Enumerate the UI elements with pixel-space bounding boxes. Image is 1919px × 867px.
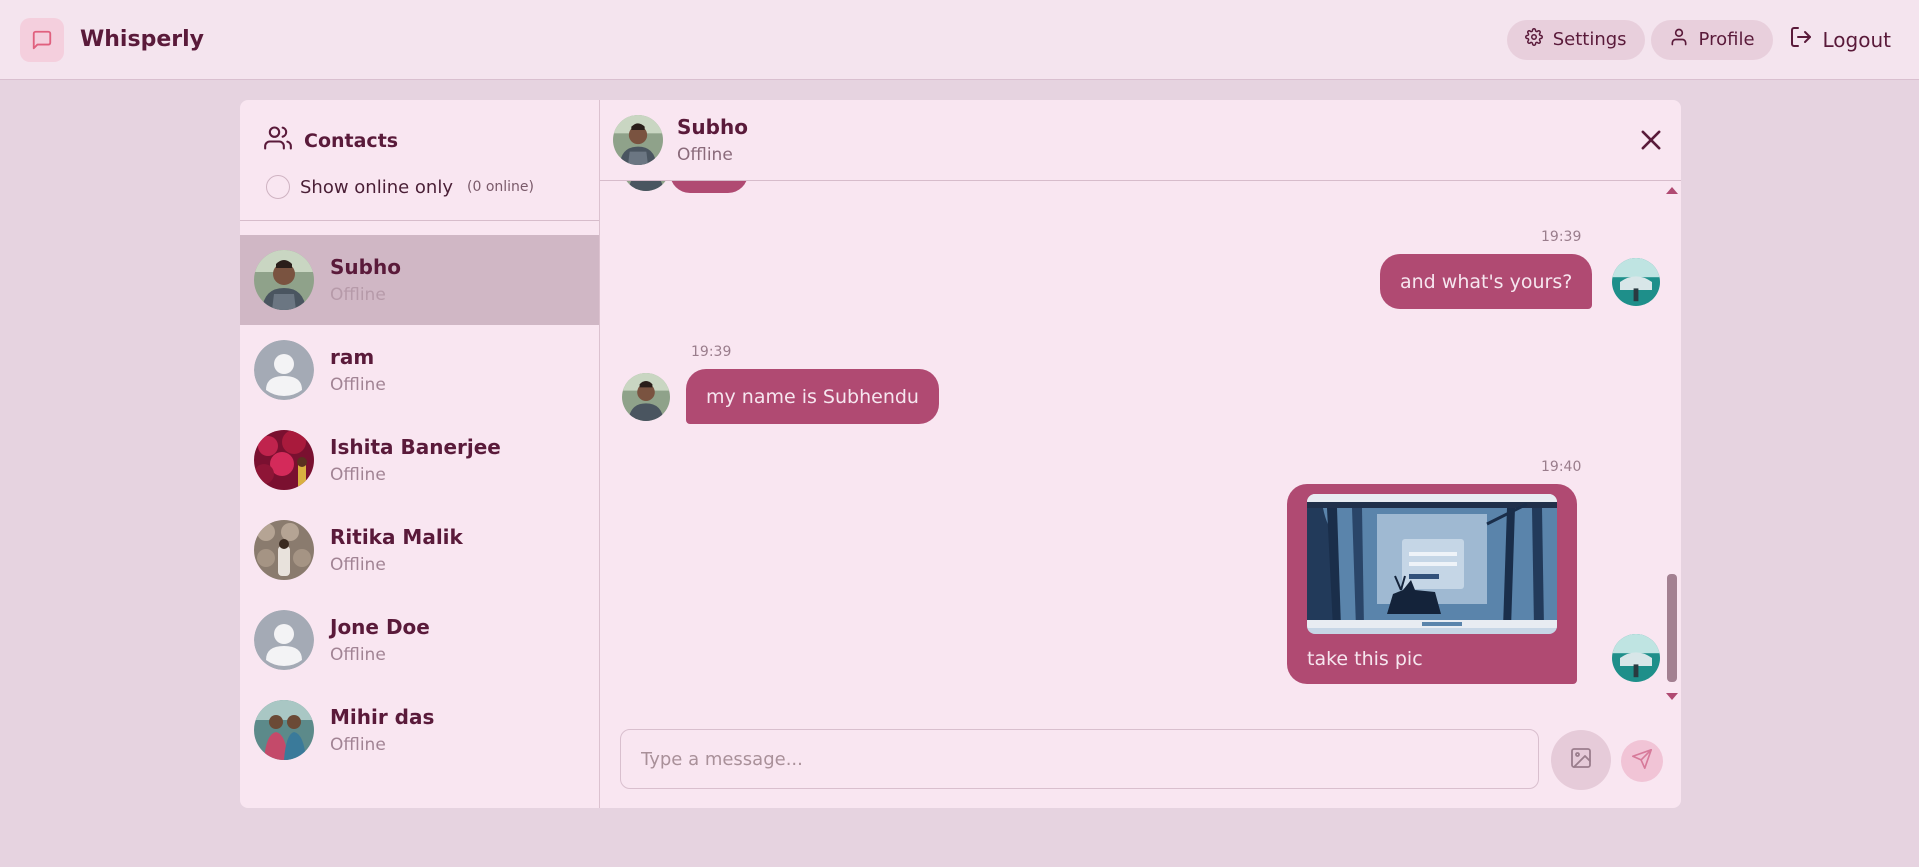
contact-name: ram bbox=[330, 345, 375, 369]
image-icon bbox=[1569, 746, 1593, 774]
avatar bbox=[622, 373, 670, 421]
logout-label: Logout bbox=[1822, 27, 1891, 52]
avatar bbox=[254, 250, 314, 310]
contact-name: Subho bbox=[330, 255, 401, 279]
message-timestamp: 19:40 bbox=[1541, 459, 1582, 475]
chat-bubble-icon bbox=[20, 17, 64, 62]
user-icon bbox=[1669, 27, 1689, 52]
contact-name: Mihir das bbox=[330, 705, 435, 729]
settings-label: Settings bbox=[1552, 29, 1627, 50]
message-list[interactable]: 19:39 and what's yours? 19:39 my name is… bbox=[600, 181, 1681, 711]
profile-label: Profile bbox=[1698, 29, 1755, 50]
avatar bbox=[254, 430, 314, 490]
message-text: my name is Subhendu bbox=[706, 385, 919, 408]
contact-name: Ritika Malik bbox=[330, 525, 463, 549]
contacts-title: Contacts bbox=[304, 129, 399, 152]
contact-name: Jone Doe bbox=[330, 615, 430, 639]
contact-status: Offline bbox=[330, 465, 386, 485]
contact-status: Offline bbox=[330, 735, 386, 755]
contact-item[interactable]: Mihir das Offline bbox=[240, 685, 599, 775]
contact-status: Offline bbox=[330, 555, 386, 575]
contacts-header: Contacts Show online only (0 online) bbox=[240, 100, 599, 221]
contact-status: Offline bbox=[330, 645, 386, 665]
message-scrollbar[interactable] bbox=[1663, 181, 1681, 711]
send-button[interactable] bbox=[1621, 740, 1663, 782]
online-filter[interactable]: Show online only (0 online) bbox=[266, 175, 575, 199]
chat-panel: Subho Offline 19:39 and what's yours? 19… bbox=[600, 100, 1681, 808]
message-timestamp: 19:39 bbox=[1541, 229, 1582, 245]
contact-item[interactable]: Ishita Banerjee Offline bbox=[240, 415, 599, 505]
message-bubble: take this pic bbox=[1287, 484, 1577, 684]
message-bubble: my name is Subhendu bbox=[686, 369, 939, 424]
message-timestamp: 19:39 bbox=[691, 344, 732, 360]
message-bubble: and what's yours? bbox=[1380, 254, 1593, 309]
chat-contact-status: Offline bbox=[677, 145, 733, 165]
contact-item[interactable]: Jone Doe Offline bbox=[240, 595, 599, 685]
default-avatar-icon bbox=[254, 610, 314, 670]
image-upload-button[interactable] bbox=[1551, 730, 1611, 790]
avatar bbox=[254, 520, 314, 580]
message-text: take this pic bbox=[1307, 648, 1423, 670]
avatar bbox=[1612, 258, 1660, 306]
contact-item[interactable]: Subho Offline bbox=[240, 235, 599, 325]
chat-contact-name: Subho bbox=[677, 115, 748, 139]
avatar bbox=[1612, 634, 1660, 682]
online-count: (0 online) bbox=[467, 179, 534, 195]
contact-status: Offline bbox=[330, 375, 386, 395]
send-icon bbox=[1631, 748, 1653, 774]
avatar bbox=[622, 181, 670, 191]
message-image[interactable] bbox=[1307, 494, 1557, 634]
avatar bbox=[613, 115, 663, 165]
contact-item[interactable]: ram Offline bbox=[240, 325, 599, 415]
message-text: and what's yours? bbox=[1400, 270, 1573, 293]
contact-status: Offline bbox=[330, 285, 386, 305]
default-avatar-icon bbox=[254, 340, 314, 400]
contact-item[interactable]: Ritika Malik Offline bbox=[240, 505, 599, 595]
contact-list: Subho Offline ram Offline Ishita Banerje… bbox=[240, 235, 599, 775]
message-composer bbox=[600, 711, 1681, 808]
logout-button[interactable]: Logout bbox=[1779, 20, 1899, 60]
avatar bbox=[254, 700, 314, 760]
brand[interactable]: Whisperly bbox=[20, 17, 204, 62]
logout-icon bbox=[1789, 25, 1813, 54]
app-name: Whisperly bbox=[80, 27, 204, 52]
message-bubble-partial bbox=[670, 181, 748, 193]
close-icon[interactable] bbox=[1637, 126, 1665, 154]
contacts-sidebar: Contacts Show online only (0 online) Sub… bbox=[240, 100, 600, 808]
contact-name: Ishita Banerjee bbox=[330, 435, 501, 459]
online-filter-label: Show online only bbox=[300, 176, 453, 198]
settings-button[interactable]: Settings bbox=[1506, 19, 1645, 60]
online-only-checkbox[interactable] bbox=[266, 175, 290, 199]
users-icon bbox=[264, 124, 292, 157]
top-navbar: Whisperly Settings Profile Logout bbox=[0, 0, 1919, 80]
chat-header: Subho Offline bbox=[600, 100, 1681, 181]
message-input[interactable] bbox=[620, 729, 1539, 789]
chat-container: Contacts Show online only (0 online) Sub… bbox=[240, 100, 1681, 808]
profile-button[interactable]: Profile bbox=[1650, 19, 1773, 60]
gear-icon bbox=[1524, 28, 1543, 51]
